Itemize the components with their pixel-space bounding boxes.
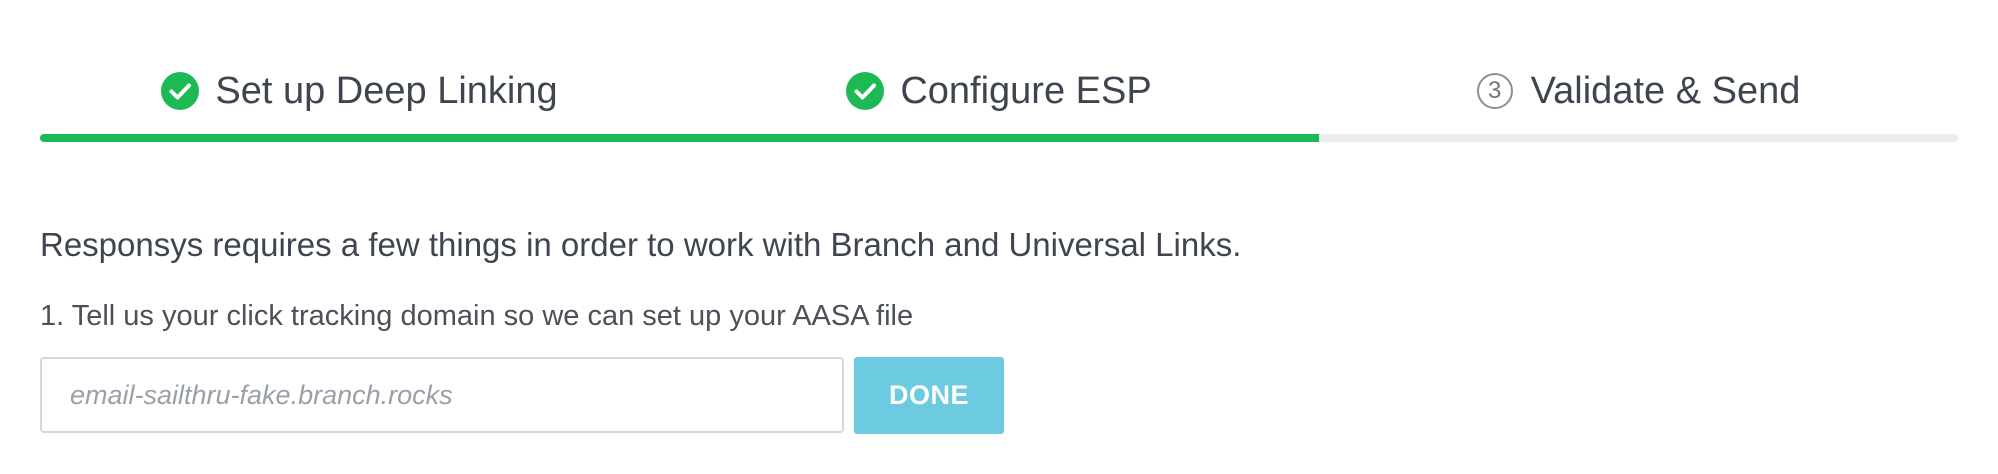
section-heading: Responsys requires a few things in order… bbox=[40, 226, 1242, 263]
step-label: Validate & Send bbox=[1530, 69, 1801, 112]
instruction-text: 1. Tell us your click tracking domain so… bbox=[40, 300, 914, 332]
check-circle-icon bbox=[161, 72, 200, 110]
click-tracking-domain-input[interactable] bbox=[40, 357, 844, 433]
progress-track bbox=[40, 134, 1958, 142]
step-set-up-deep-linking[interactable]: Set up Deep Linking bbox=[40, 60, 679, 122]
number-circle-icon: 3 bbox=[1476, 73, 1513, 109]
progress-stepper: Set up Deep Linking Configure ESP 3 Vali… bbox=[40, 60, 1958, 144]
step-configure-esp[interactable]: Configure ESP bbox=[679, 60, 1319, 122]
step-label: Set up Deep Linking bbox=[215, 69, 558, 112]
progress-fill bbox=[40, 134, 1320, 142]
done-button[interactable]: DONE bbox=[854, 357, 1004, 434]
step-label: Configure ESP bbox=[900, 69, 1152, 112]
check-circle-icon bbox=[846, 72, 885, 110]
step-validate-and-send[interactable]: 3 Validate & Send bbox=[1319, 60, 1958, 122]
